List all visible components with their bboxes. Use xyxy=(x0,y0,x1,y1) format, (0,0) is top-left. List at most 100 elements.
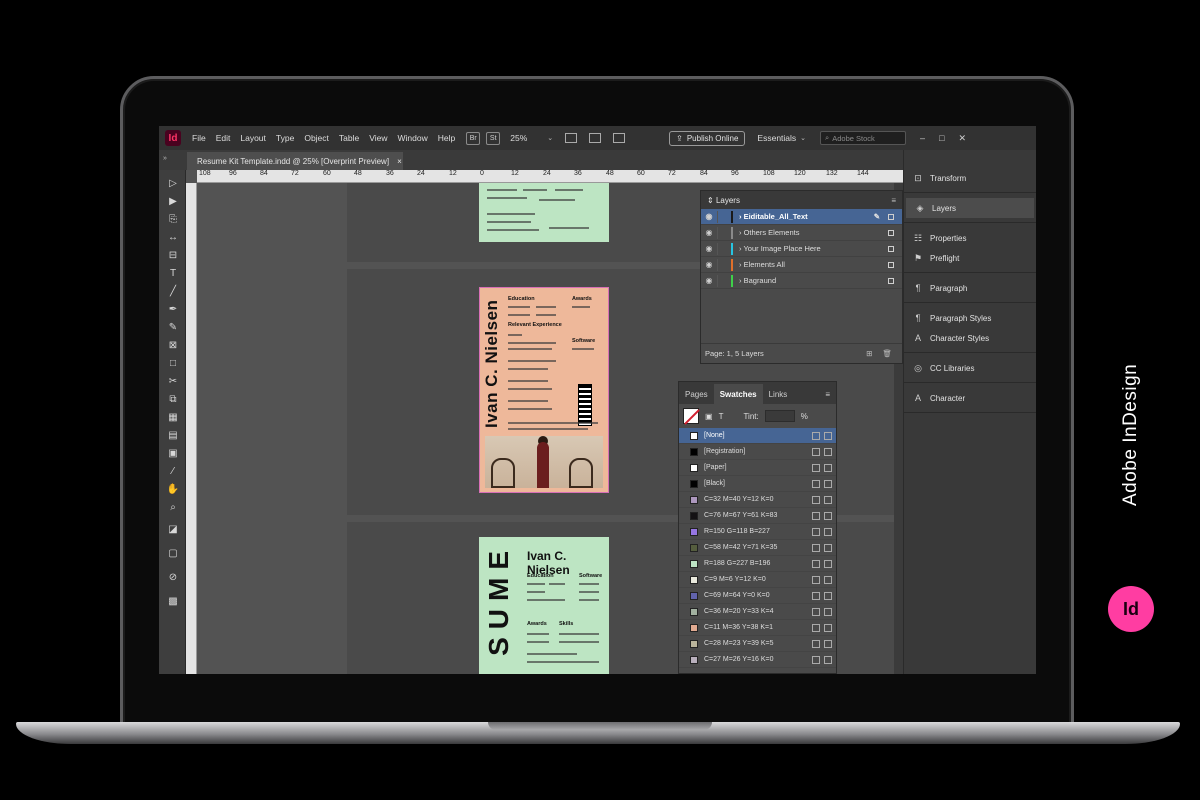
menu-object[interactable]: Object xyxy=(304,133,329,143)
document-tab[interactable]: Resume Kit Template.indd @ 25% [Overprin… xyxy=(187,152,403,170)
line-tool-icon[interactable]: ╱ xyxy=(166,284,180,298)
dock-layers[interactable]: ◈ Layers xyxy=(906,198,1034,218)
eye-icon[interactable]: ◉ xyxy=(701,276,717,285)
eye-icon[interactable]: ◉ xyxy=(701,244,717,253)
chevron-down-icon[interactable]: ⌄ xyxy=(547,134,553,142)
lock-toggle[interactable] xyxy=(717,274,731,287)
container-formatting-icon[interactable]: ▢ xyxy=(166,546,180,560)
layer-select-square[interactable] xyxy=(888,229,894,236)
swatch-row[interactable]: R=150 G=118 B=227 xyxy=(679,524,836,540)
layer-select-square[interactable] xyxy=(888,213,894,220)
portrait-photo[interactable] xyxy=(485,436,603,488)
tint-input[interactable] xyxy=(764,410,795,422)
new-layer-icon[interactable]: ⊞ xyxy=(866,349,872,358)
dock-cc-libraries[interactable]: ◎ CC Libraries xyxy=(904,358,1036,378)
scissors-tool-icon[interactable]: ✂ xyxy=(166,374,180,388)
menu-file[interactable]: File xyxy=(192,133,206,143)
note-tool-icon[interactable]: ▣ xyxy=(166,446,180,460)
tab-links[interactable]: Links xyxy=(763,384,794,404)
swatch-row[interactable]: C=28 M=23 Y=39 K=5 xyxy=(679,636,836,652)
zoom-tool-icon[interactable]: ⌕ xyxy=(166,500,180,514)
layer-row[interactable]: ◉ › Bagraund xyxy=(701,273,902,289)
tab-swatches[interactable]: Swatches xyxy=(713,384,763,404)
dock-transform[interactable]: ⊡ Transform xyxy=(904,168,1036,188)
vertical-ruler[interactable] xyxy=(186,183,197,674)
gradient-swatch-tool-icon[interactable]: ▦ xyxy=(166,410,180,424)
swatch-row[interactable]: [Registration] xyxy=(679,444,836,460)
menu-view[interactable]: View xyxy=(369,133,387,143)
adobe-stock-search[interactable]: ⌕ Adobe Stock xyxy=(820,131,907,145)
screen-mode-tool-icon[interactable]: ▩ xyxy=(166,594,180,608)
swatch-row[interactable]: C=32 M=40 Y=12 K=0 xyxy=(679,492,836,508)
eyedropper-tool-icon[interactable]: ⁄ xyxy=(166,464,180,478)
stock-button[interactable]: St xyxy=(486,131,501,145)
trash-icon[interactable]: 🗑 xyxy=(882,349,892,358)
maximize-button[interactable]: □ xyxy=(939,133,944,143)
menu-type[interactable]: Type xyxy=(276,133,294,143)
view-options-icon[interactable] xyxy=(565,133,578,143)
swatch-row[interactable]: C=11 M=36 Y=38 K=1 xyxy=(679,620,836,636)
eye-icon[interactable]: ◉ xyxy=(701,228,717,237)
text-format-icon[interactable]: T xyxy=(719,412,724,421)
dock-character[interactable]: A Character xyxy=(904,388,1036,408)
dock-paragraph-styles[interactable]: ¶ Paragraph Styles xyxy=(904,308,1036,328)
tab-pages[interactable]: Pages xyxy=(679,384,714,404)
rectangle-frame-tool-icon[interactable]: ⊠ xyxy=(166,338,180,352)
screen-mode-icon[interactable] xyxy=(589,133,602,143)
workspace-switcher[interactable]: Essentials xyxy=(757,133,796,143)
layer-select-square[interactable] xyxy=(888,277,894,284)
swatch-row[interactable]: C=27 M=26 Y=16 K=0 xyxy=(679,652,836,668)
container-icon[interactable]: ▣ xyxy=(705,412,713,421)
layers-panel-header[interactable]: ⇕ Layers ≡ xyxy=(701,191,902,209)
chevron-down-icon[interactable]: ⌄ xyxy=(800,134,806,142)
swatch-row[interactable]: C=69 M=64 Y=0 K=0 xyxy=(679,588,836,604)
menu-edit[interactable]: Edit xyxy=(216,133,231,143)
eye-icon[interactable]: ◉ xyxy=(701,212,717,221)
panel-collapse-icon[interactable]: ⇕ xyxy=(707,196,716,205)
arrange-documents-icon[interactable] xyxy=(613,133,626,143)
fill-stroke-icon[interactable]: ◪ xyxy=(166,522,180,536)
layer-row[interactable]: ◉ › Elements All xyxy=(701,257,902,273)
apply-none-icon[interactable]: ⊘ xyxy=(166,570,180,584)
publish-online-button[interactable]: ⇪ Publish Online xyxy=(669,130,746,146)
minimize-button[interactable]: – xyxy=(920,133,925,143)
swatch-row[interactable]: R=188 G=227 B=196 xyxy=(679,556,836,572)
layer-select-square[interactable] xyxy=(888,245,894,252)
dock-paragraph[interactable]: ¶ Paragraph xyxy=(904,278,1036,298)
layer-row[interactable]: ◉ › Eiditable_All_Text ✎ xyxy=(701,209,902,225)
menu-table[interactable]: Table xyxy=(339,133,359,143)
hand-tool-icon[interactable]: ✋ xyxy=(166,482,180,496)
bridge-button[interactable]: Br xyxy=(466,131,481,145)
zoom-level[interactable]: 25% xyxy=(510,133,527,143)
resume-page-2[interactable]: Ivan C. Nielsen Education Awards Relevan… xyxy=(479,287,609,493)
resume-page-3[interactable]: SUME Ivan C. Nielsen Education Software … xyxy=(479,537,609,674)
resume-page-1[interactable] xyxy=(479,183,609,242)
collapse-toolbox-icon[interactable]: » xyxy=(163,155,167,162)
panel-menu-icon[interactable]: ≡ xyxy=(819,384,836,404)
dock-character-styles[interactable]: A Character Styles xyxy=(904,328,1036,348)
dock-preflight[interactable]: ⚑ Preflight xyxy=(904,248,1036,268)
layer-row[interactable]: ◉ › Your Image Place Here xyxy=(701,241,902,257)
type-tool-icon[interactable]: T xyxy=(166,266,180,280)
rectangle-tool-icon[interactable]: □ xyxy=(166,356,180,370)
menu-help[interactable]: Help xyxy=(438,133,455,143)
pen-tool-icon[interactable]: ✒ xyxy=(166,302,180,316)
gap-tool-icon[interactable]: ↔ xyxy=(166,230,180,244)
menu-layout[interactable]: Layout xyxy=(240,133,266,143)
close-tab-icon[interactable]: × xyxy=(397,157,402,166)
lock-toggle[interactable] xyxy=(717,226,731,239)
gradient-feather-tool-icon[interactable]: ▤ xyxy=(166,428,180,442)
horizontal-ruler[interactable]: 108 96 84 72 60 48 36 24 12 0 12 24 36 4… xyxy=(197,170,903,183)
lock-toggle[interactable] xyxy=(717,210,731,223)
panel-menu-icon[interactable]: ≡ xyxy=(891,196,896,205)
menu-window[interactable]: Window xyxy=(398,133,428,143)
dock-properties[interactable]: ☷ Properties xyxy=(904,228,1036,248)
close-window-button[interactable]: ✕ xyxy=(959,133,967,144)
fill-stroke-icon[interactable] xyxy=(683,408,699,424)
eye-icon[interactable]: ◉ xyxy=(701,260,717,269)
swatch-row[interactable]: C=9 M=6 Y=12 K=0 xyxy=(679,572,836,588)
selection-tool-icon[interactable]: ▷ xyxy=(166,176,180,190)
pencil-tool-icon[interactable]: ✎ xyxy=(166,320,180,334)
free-transform-tool-icon[interactable]: ⧉ xyxy=(166,392,180,406)
lock-toggle[interactable] xyxy=(717,258,731,271)
